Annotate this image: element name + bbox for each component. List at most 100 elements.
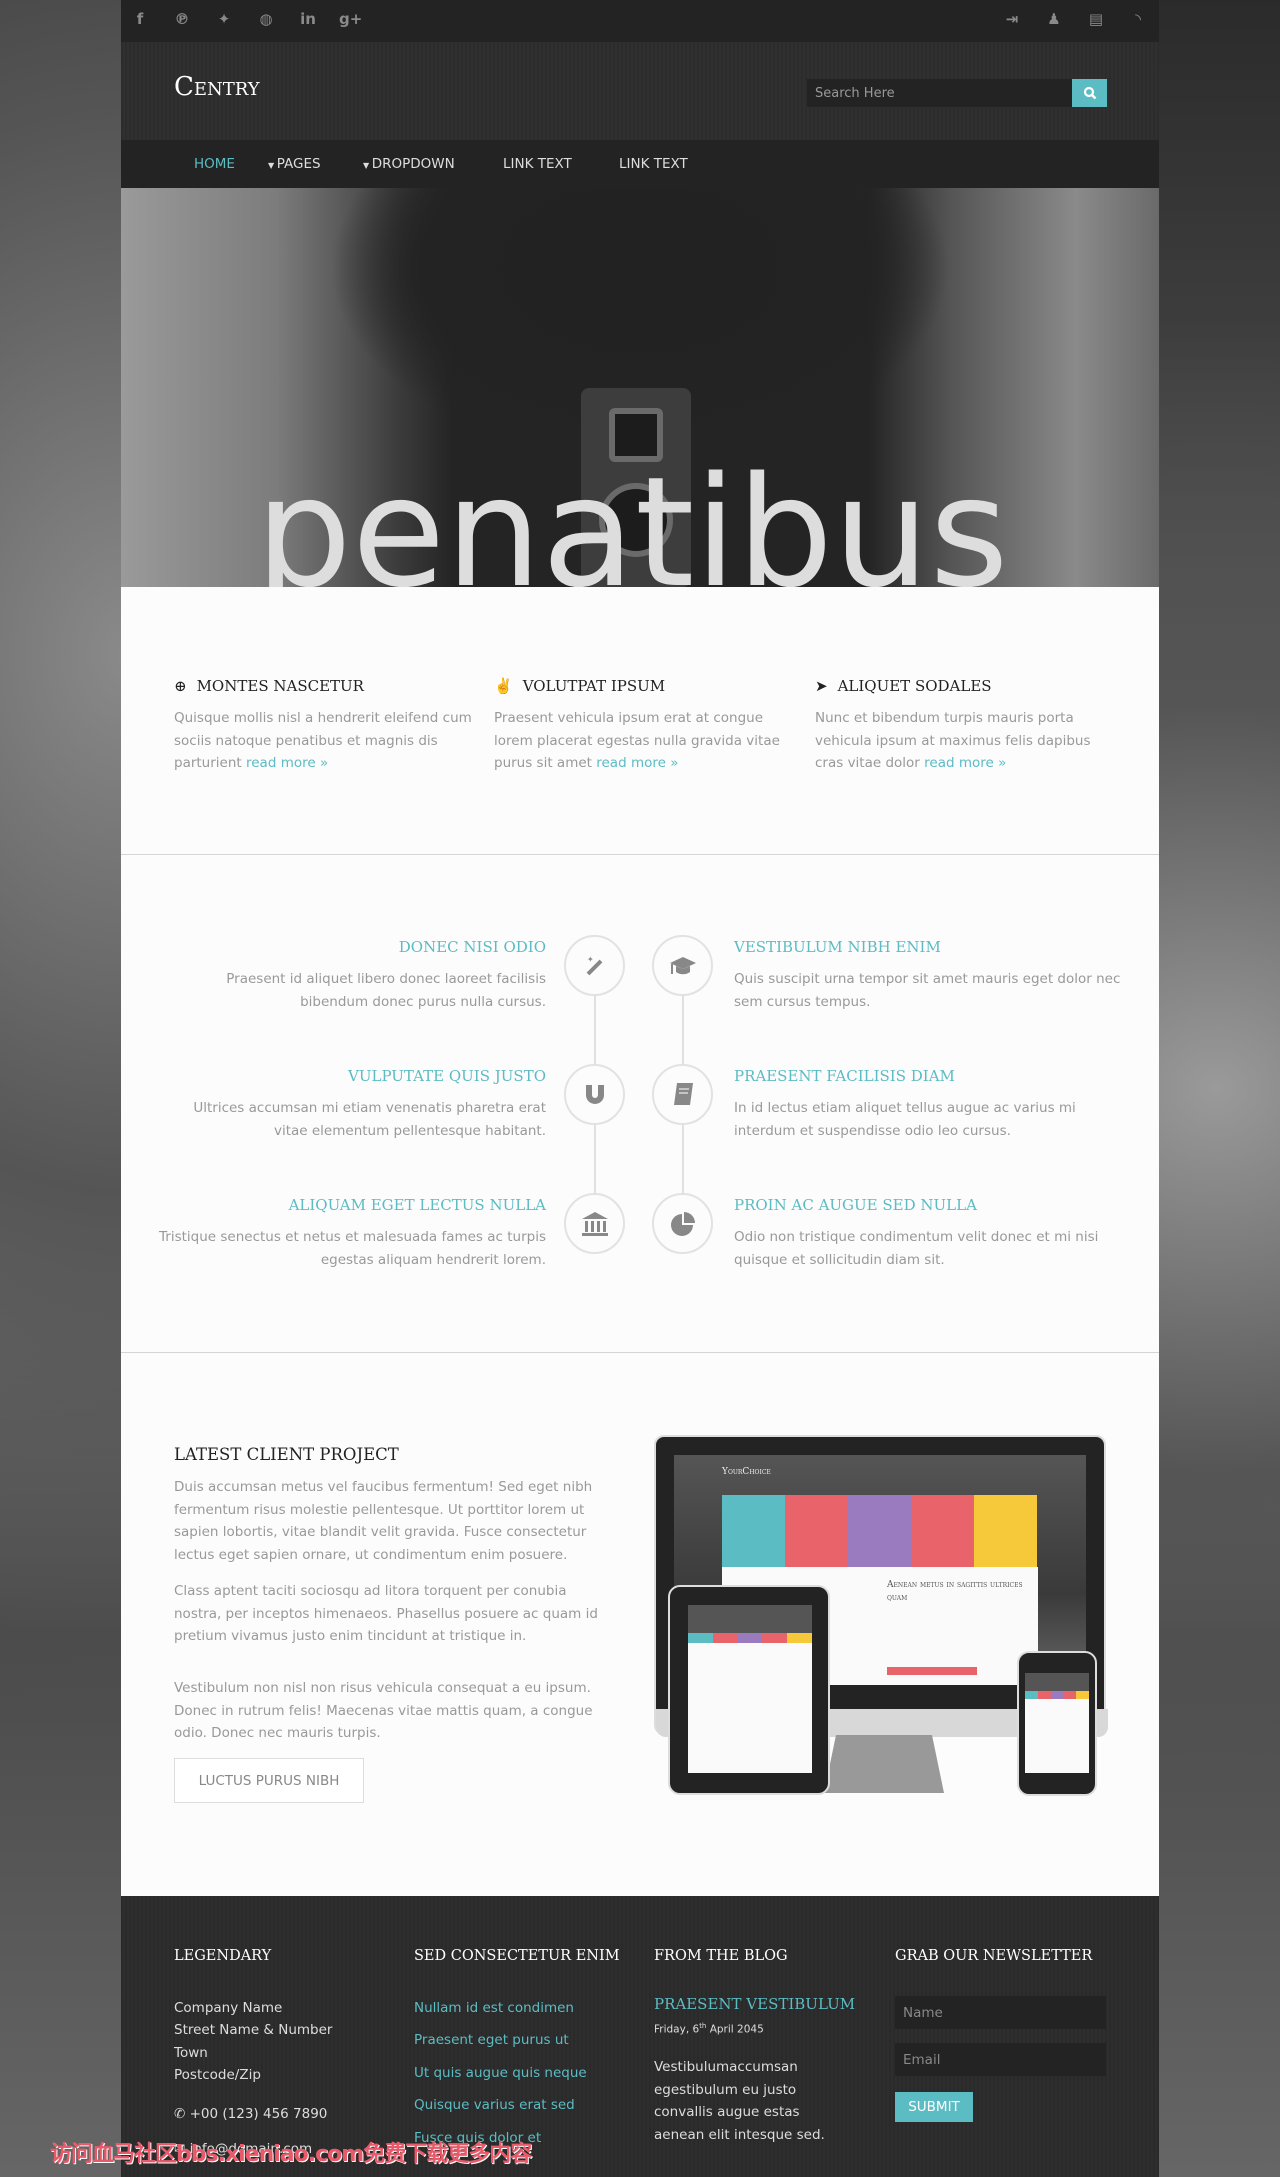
- feature-text: Nunc et bibendum turpis mauris porta veh…: [815, 710, 1091, 771]
- project-paragraph: Vestibulum non nisl non risus vehicula c…: [174, 1680, 593, 1741]
- location-arrow-icon: ➤: [815, 677, 828, 695]
- timeline-circle: [652, 935, 713, 996]
- mockup-tile: [737, 1633, 763, 1643]
- linkedin-icon[interactable]: in: [297, 10, 319, 28]
- nav-dropdown[interactable]: ▼ DROPDOWN: [363, 156, 455, 172]
- address-line: Street Name & Number: [174, 2022, 333, 2038]
- read-more-link[interactable]: read more »: [924, 755, 1006, 771]
- mockup-tile: [785, 1495, 848, 1567]
- project-paragraph: Class aptent taciti sociosqu ad litora t…: [174, 1583, 598, 1644]
- newsletter-name-input[interactable]: [895, 1996, 1106, 2029]
- dribbble-icon[interactable]: ◍: [255, 10, 277, 28]
- pie-chart-icon: [670, 1211, 695, 1236]
- life-ring-icon: ⊕: [174, 677, 187, 695]
- search-icon: [1083, 86, 1096, 100]
- timeline-text: Tristique senectus et netus et malesuada…: [159, 1229, 546, 1268]
- submit-button[interactable]: SUBMIT: [895, 2092, 973, 2122]
- footer-link[interactable]: Praesent eget purus ut: [414, 2032, 569, 2048]
- timeline-circle: [652, 1193, 713, 1254]
- mockup-tile: [1025, 1691, 1038, 1699]
- timeline-text: Praesent id aliquet libero donec laoreet…: [226, 971, 546, 1010]
- timeline-text: In id lectus etiam aliquet tellus augue …: [734, 1100, 1076, 1139]
- top-bar: f ℗ ✦ ◍ in g+ ⇥ ♟ ▤ ◝: [121, 0, 1159, 42]
- mockup-tile: [688, 1633, 713, 1643]
- mockup-tile: [974, 1495, 1037, 1567]
- feature-heading: ⊕ MONTES NASCETUR: [174, 677, 364, 695]
- footer-heading: SED CONSECTETUR ENIM: [414, 1948, 620, 1964]
- graduation-cap-icon: [669, 956, 696, 974]
- mockup-tile: [712, 1633, 738, 1643]
- features-section: ⊕ MONTES NASCETUR Quisque mollis nisl a h…: [121, 587, 1159, 854]
- nav-pages[interactable]: ▼ PAGES: [268, 156, 321, 172]
- mockup-tile: [1063, 1691, 1077, 1699]
- newsletter-email-input[interactable]: [895, 2043, 1106, 2076]
- search-input[interactable]: [807, 79, 1072, 107]
- timeline-text: Ultrices accumsan mi etiam venenatis pha…: [193, 1100, 546, 1139]
- tablet: [668, 1585, 830, 1795]
- timeline-text: Odio non tristique condimentum velit don…: [734, 1229, 1099, 1268]
- mockup-tile: [722, 1495, 785, 1567]
- header: Centry: [121, 42, 1159, 140]
- page: f ℗ ✦ ◍ in g+ ⇥ ♟ ▤ ◝ Centry HOME ▼ PAGE…: [121, 0, 1159, 2177]
- phone-icon: ✆: [174, 2106, 190, 2122]
- caret-down-icon: ▼: [268, 161, 277, 170]
- facebook-icon[interactable]: f: [129, 10, 151, 28]
- google-plus-icon[interactable]: g+: [339, 10, 362, 28]
- footer-link[interactable]: Nullam id est condimen: [414, 2000, 574, 2016]
- hero-title: penatibus: [255, 444, 1009, 588]
- mockup-tile: [1050, 1691, 1064, 1699]
- nav-link-text-2[interactable]: LINK TEXT: [619, 156, 688, 172]
- project-paragraph: Duis accumsan metus vel faucibus ferment…: [174, 1479, 593, 1563]
- timeline-section: DONEC NISI ODIO Praesent id aliquet libe…: [121, 855, 1159, 1352]
- luctus-purus-nibh-button[interactable]: LUCTUS PURUS NIBH: [174, 1758, 364, 1803]
- timeline-circle: [564, 1064, 625, 1125]
- address-line: Postcode/Zip: [174, 2067, 261, 2083]
- blog-post-excerpt: Vestibulumaccumsan egestibulum eu justo …: [654, 2059, 825, 2143]
- sign-in-icon[interactable]: ⇥: [1001, 10, 1023, 28]
- search-button[interactable]: [1072, 79, 1107, 107]
- read-more-link[interactable]: read more »: [596, 755, 678, 771]
- mockup-tile: [1076, 1691, 1089, 1699]
- footer-heading: GRAB OUR NEWSLETTER: [895, 1948, 1093, 1964]
- feature-text: Quisque mollis nisl a hendrerit eleifend…: [174, 710, 472, 771]
- feature-text: Praesent vehicula ipsum erat at congue l…: [494, 710, 780, 771]
- read-more-link[interactable]: read more »: [246, 755, 328, 771]
- rss-icon[interactable]: ◝: [1127, 10, 1149, 28]
- newspaper-icon[interactable]: ▤: [1085, 10, 1107, 28]
- mockup-tile: [762, 1633, 788, 1643]
- footer: LEGENDARY Company Name Street Name & Num…: [121, 1896, 1159, 2177]
- project-section: LATEST CLIENT PROJECT Duis accumsan metu…: [121, 1353, 1159, 1896]
- magic-wand-icon: ✦: [586, 955, 602, 975]
- timeline-heading: PRAESENT FACILISIS DIAM: [734, 1067, 955, 1085]
- footer-link[interactable]: Quisque varius erat sed: [414, 2097, 575, 2113]
- timeline-heading: ALIQUAM EGET LECTUS NULLA: [288, 1196, 546, 1214]
- timeline-circle: [564, 1193, 625, 1254]
- timeline-heading: VESTIBULUM NIBH ENIM: [734, 938, 941, 956]
- footer-link[interactable]: Ut quis augue quis neque: [414, 2065, 587, 2081]
- project-heading: LATEST CLIENT PROJECT: [174, 1445, 399, 1464]
- add-user-icon[interactable]: ♟: [1043, 10, 1065, 28]
- svg-text:✦: ✦: [587, 955, 594, 964]
- footer-heading: LEGENDARY: [174, 1948, 272, 1964]
- timeline-circle: ✦: [564, 935, 625, 996]
- responsive-devices-mockup: YourChoice Aenean metus in sagittis ultr…: [654, 1435, 1108, 1796]
- address-line: Town: [174, 2045, 208, 2061]
- footer-heading: FROM THE BLOG: [654, 1948, 788, 1964]
- timeline-text: Quis suscipit urna tempor sit amet mauri…: [734, 971, 1121, 1010]
- bank-icon: [581, 1211, 608, 1236]
- hero-banner: penatibus: [121, 188, 1159, 587]
- magnet-icon: [585, 1084, 604, 1104]
- peace-hand-icon: ✌: [494, 677, 513, 695]
- nav-home[interactable]: HOME: [194, 156, 235, 172]
- twitter-icon[interactable]: ✦: [213, 10, 235, 28]
- watermark: 访问血马社区bbs.xieniao.com免费下载更多内容: [50, 2142, 532, 2167]
- caret-down-icon: ▼: [363, 161, 372, 170]
- mockup-tile: [848, 1495, 911, 1567]
- timeline-circle: [652, 1064, 713, 1125]
- nav-link-text-1[interactable]: LINK TEXT: [503, 156, 572, 172]
- phone: [1017, 1651, 1097, 1796]
- pinterest-icon[interactable]: ℗: [171, 10, 193, 28]
- timeline-heading: PROIN AC AUGUE SED NULLA: [734, 1196, 977, 1214]
- blog-post-title[interactable]: PRAESENT VESTIBULUM: [654, 1995, 855, 2013]
- logo[interactable]: Centry: [174, 72, 260, 102]
